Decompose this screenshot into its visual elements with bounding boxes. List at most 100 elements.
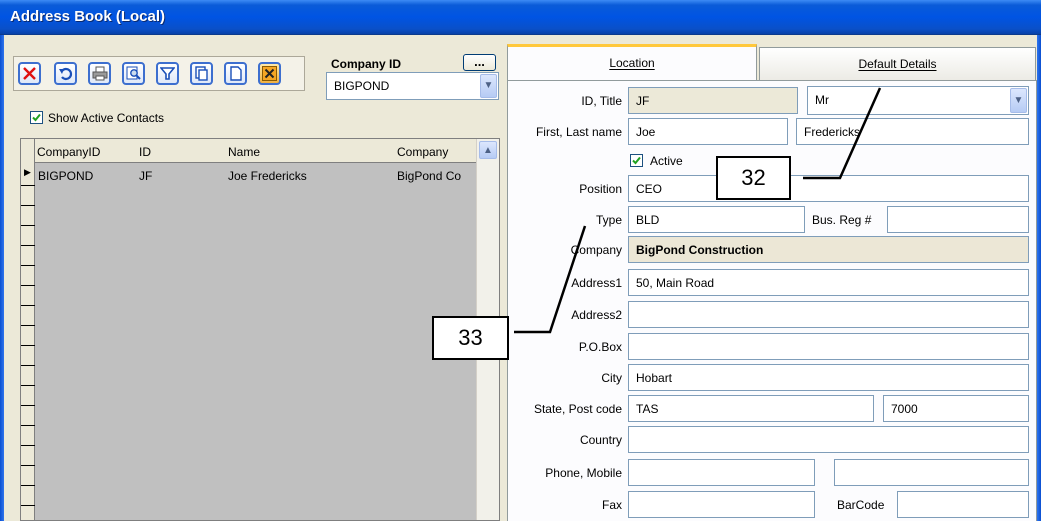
first-name-field[interactable]: Joe — [628, 118, 788, 145]
title-dropdown[interactable]: Mr ▼ — [807, 86, 1029, 115]
bus-reg-field[interactable] — [887, 206, 1029, 233]
magnifier-icon — [126, 66, 141, 81]
active-checkbox[interactable] — [630, 154, 643, 167]
column-header-id[interactable]: ID — [139, 145, 151, 159]
address1-label: Address1 — [571, 276, 622, 290]
position-label: Position — [579, 182, 622, 196]
cell-companyid: BIGPOND — [38, 169, 94, 183]
company-id-browse-button[interactable]: ... — [463, 54, 496, 71]
window-frame-left — [0, 35, 4, 521]
barcode-label: BarCode — [837, 498, 885, 512]
last-name-field[interactable]: Fredericks — [796, 118, 1029, 145]
close-button[interactable] — [258, 62, 281, 85]
show-active-label: Show Active Contacts — [48, 111, 165, 125]
row-separator — [21, 505, 35, 506]
row-separator — [21, 245, 35, 246]
window-title: Address Book (Local) — [10, 8, 166, 25]
filter-icon — [160, 66, 175, 81]
contacts-grid[interactable]: CompanyID ID Name Company ▶ BIGPOND JF J… — [20, 138, 500, 521]
cell-id: JF — [139, 169, 153, 183]
callout-32: 32 — [716, 156, 791, 200]
position-field[interactable]: CEO — [628, 175, 1029, 202]
scroll-up-arrow-icon[interactable]: ▲ — [479, 141, 497, 159]
row-separator — [21, 365, 35, 366]
chevron-down-icon[interactable]: ▼ — [1010, 88, 1027, 113]
company-field[interactable]: BigPond Construction — [628, 236, 1029, 263]
row-separator — [21, 325, 35, 326]
fax-field[interactable] — [628, 491, 815, 518]
new-page-icon — [228, 66, 243, 81]
address-book-window: Address Book (Local) Company ID ... BIGP… — [0, 0, 1041, 521]
company-label: Company — [570, 243, 622, 257]
id-title-label: ID, Title — [581, 94, 622, 108]
row-separator — [21, 305, 35, 306]
fax-label: Fax — [601, 498, 622, 512]
active-label: Active — [650, 154, 683, 168]
row-separator — [21, 205, 35, 206]
tab-location-label: Location — [609, 56, 655, 70]
printer-icon — [92, 66, 108, 81]
tab-location[interactable]: Location — [507, 44, 757, 80]
delete-x-icon — [22, 66, 37, 81]
column-header-name[interactable]: Name — [228, 145, 260, 159]
id-field[interactable]: JF — [628, 87, 798, 114]
pobox-label: P.O.Box — [578, 340, 622, 354]
row-separator — [21, 265, 35, 266]
row-separator — [21, 485, 35, 486]
type-label: Type — [595, 213, 622, 227]
row-separator — [21, 385, 35, 386]
chevron-down-icon[interactable]: ▼ — [480, 74, 497, 98]
print-button[interactable] — [88, 62, 111, 85]
window-frame-right — [1037, 35, 1041, 521]
column-header-company[interactable]: Company — [397, 145, 448, 159]
city-label: City — [601, 371, 622, 385]
copy-button[interactable] — [190, 62, 213, 85]
phone-field[interactable] — [628, 459, 815, 486]
pobox-field[interactable] — [628, 333, 1029, 360]
row-separator — [21, 465, 35, 466]
column-header-companyid[interactable]: CompanyID — [37, 145, 100, 159]
preview-button[interactable] — [122, 62, 145, 85]
cell-name: Joe Fredericks — [228, 169, 307, 183]
tab-default-details-label: Default Details — [858, 57, 937, 71]
address2-field[interactable] — [628, 301, 1029, 328]
current-row-arrow-icon: ▶ — [24, 167, 31, 177]
copy-icon — [194, 66, 209, 81]
mobile-field[interactable] — [834, 459, 1029, 486]
company-id-value: BIGPOND — [334, 79, 390, 93]
undo-button[interactable] — [54, 62, 77, 85]
row-separator — [21, 185, 35, 186]
barcode-field[interactable] — [897, 491, 1029, 518]
show-active-checkbox[interactable] — [30, 111, 43, 124]
row-separator — [21, 285, 35, 286]
checkmark-icon — [632, 156, 641, 165]
cell-company: BigPond Co — [397, 169, 462, 183]
company-id-label: Company ID — [331, 57, 402, 71]
title-value: Mr — [815, 93, 829, 107]
new-button[interactable] — [224, 62, 247, 85]
checkmark-icon — [32, 113, 41, 122]
delete-button[interactable] — [18, 62, 41, 85]
address1-field[interactable]: 50, Main Road — [628, 269, 1029, 296]
tab-default-details[interactable]: Default Details — [759, 47, 1036, 80]
type-field[interactable]: BLD — [628, 206, 805, 233]
address2-label: Address2 — [571, 308, 622, 322]
undo-icon — [58, 66, 73, 81]
state-field[interactable]: TAS — [628, 395, 874, 422]
callout-33: 33 — [432, 316, 509, 360]
company-id-dropdown[interactable]: BIGPOND ▼ — [326, 72, 499, 100]
filter-button[interactable] — [156, 62, 179, 85]
row-separator — [21, 345, 35, 346]
country-label: Country — [579, 433, 622, 447]
bus-reg-label: Bus. Reg # — [812, 213, 872, 227]
country-field[interactable] — [628, 426, 1029, 453]
row-separator — [21, 225, 35, 226]
grid-header: CompanyID ID Name Company — [21, 139, 499, 163]
post-code-field[interactable]: 7000 — [883, 395, 1029, 422]
close-x-icon — [262, 66, 277, 81]
first-last-name-label: First, Last name — [535, 125, 622, 139]
city-field[interactable]: Hobart — [628, 364, 1029, 391]
row-separator — [21, 405, 35, 406]
title-bar[interactable]: Address Book (Local) — [0, 0, 1041, 35]
row-separator — [21, 425, 35, 426]
